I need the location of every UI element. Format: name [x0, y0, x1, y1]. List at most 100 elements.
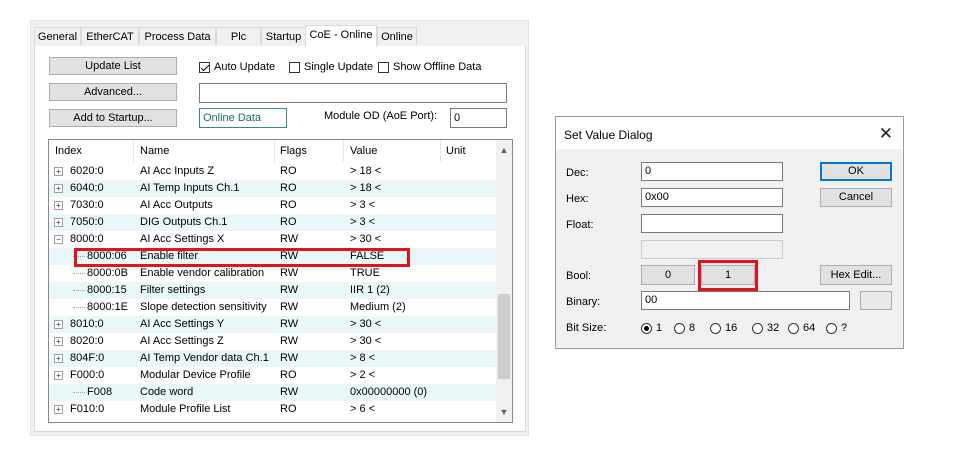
scroll-down-icon[interactable]: ▼: [496, 404, 512, 420]
scrollbar-thumb[interactable]: [498, 294, 510, 379]
row-value: 0x00000000 (0): [350, 386, 428, 398]
table-row[interactable]: F008 Code word RW 0x00000000 (0): [49, 384, 496, 401]
row-flags: RO: [280, 403, 297, 415]
show-offline-checkbox[interactable]: Show Offline Data: [378, 61, 481, 73]
tab-online[interactable]: Online: [377, 27, 417, 45]
row-name: AI Acc Inputs Z: [140, 165, 214, 177]
row-name: AI Acc Settings Y: [140, 318, 225, 330]
row-index: F000:0: [70, 369, 105, 381]
close-icon[interactable]: ✕: [879, 124, 893, 144]
expand-icon[interactable]: +: [54, 354, 63, 363]
update-list-button[interactable]: Update List: [49, 57, 177, 75]
col-index[interactable]: Index: [55, 145, 82, 157]
vertical-scrollbar[interactable]: ▲ ▼: [496, 140, 512, 422]
table-row[interactable]: +6040:0 AI Temp Inputs Ch.1 RO > 18 <: [49, 180, 496, 197]
tab-ethercat[interactable]: EtherCAT: [81, 27, 139, 45]
bitsize-radio-unknown[interactable]: ?: [826, 322, 847, 334]
hex-input[interactable]: 0x00: [641, 188, 783, 207]
list-rows: +6020:0 AI Acc Inputs Z RO > 18 < +6040:0 AI …: [49, 163, 496, 418]
dec-input[interactable]: 0: [641, 162, 783, 181]
tab-startup[interactable]: Startup: [261, 27, 306, 45]
radio-icon: [674, 322, 685, 334]
expand-icon[interactable]: +: [54, 405, 63, 414]
col-value[interactable]: Value: [350, 145, 377, 157]
bitsize-radio-8[interactable]: 8: [674, 322, 695, 334]
table-row[interactable]: +8020:0 AI Acc Settings Z RW > 30 <: [49, 333, 496, 350]
cancel-button[interactable]: Cancel: [820, 188, 892, 207]
table-row[interactable]: +804F:0 AI Temp Vendor data Ch.1 RW > 8 <: [49, 350, 496, 367]
bitsize-label: Bit Size:: [566, 322, 607, 334]
dialog-titlebar: Set Value Dialog ✕: [556, 117, 903, 149]
row-flags: RW: [280, 233, 299, 245]
expand-icon[interactable]: +: [54, 320, 63, 329]
hex-edit-button[interactable]: Hex Edit...: [820, 265, 892, 285]
row-name: DIG Outputs Ch.1: [140, 216, 228, 228]
tab-process-data[interactable]: Process Data: [139, 27, 216, 45]
tab-coe-online[interactable]: CoE - Online: [305, 25, 377, 47]
radio-label: 32: [767, 322, 780, 334]
expand-icon[interactable]: +: [54, 167, 63, 176]
radio-icon: [710, 322, 721, 334]
bitsize-radio-32[interactable]: 32: [752, 322, 779, 334]
table-row[interactable]: + F000:0 Modular Device Profile RO > 2 <: [49, 367, 496, 384]
collapse-icon[interactable]: −: [54, 235, 63, 244]
table-row[interactable]: +8010:0 AI Acc Settings Y RW > 30 <: [49, 316, 496, 333]
row-name: Filter settings: [140, 284, 206, 296]
table-row[interactable]: +7050:0 DIG Outputs Ch.1 RO > 3 <: [49, 214, 496, 231]
table-row[interactable]: −8000:0 AI Acc Settings X RW > 30 <: [49, 231, 496, 248]
radio-label: 8: [689, 322, 696, 334]
ok-button[interactable]: OK: [820, 162, 892, 181]
row-index: 8020:0: [70, 335, 104, 347]
scroll-up-icon[interactable]: ▲: [496, 142, 512, 158]
row-flags: RW: [280, 267, 299, 279]
expand-icon[interactable]: +: [54, 184, 63, 193]
single-update-checkbox[interactable]: Single Update: [289, 61, 373, 73]
row-index: 8000:0B: [87, 267, 128, 279]
bitsize-radio-1[interactable]: 1: [641, 322, 662, 334]
checkbox-unchecked-icon: [289, 61, 300, 73]
row-index: 8010:0: [70, 318, 104, 330]
table-row[interactable]: 8000:0B Enable vendor calibration RW TRUE: [49, 265, 496, 282]
expand-icon[interactable]: +: [54, 371, 63, 380]
column-divider[interactable]: [440, 140, 441, 162]
expand-icon[interactable]: +: [54, 337, 63, 346]
module-od-input[interactable]: 0: [450, 108, 507, 128]
row-index: 804F:0: [70, 352, 105, 364]
advanced-button[interactable]: Advanced...: [49, 83, 177, 101]
bitsize-radio-64[interactable]: 64: [788, 322, 815, 334]
show-offline-label: Show Offline Data: [393, 61, 482, 73]
col-name[interactable]: Name: [140, 145, 169, 157]
binary-input[interactable]: 00: [641, 291, 850, 310]
add-to-startup-button[interactable]: Add to Startup...: [49, 109, 177, 127]
expand-icon[interactable]: +: [54, 218, 63, 227]
tab-plc[interactable]: Plc: [216, 27, 261, 45]
radio-label: 16: [725, 322, 738, 334]
row-flags: RW: [280, 301, 299, 313]
table-row[interactable]: 8000:15 Filter settings RW IIR 1 (2): [49, 282, 496, 299]
column-divider[interactable]: [274, 140, 275, 162]
tree-line: [73, 392, 85, 394]
column-divider[interactable]: [133, 140, 134, 162]
table-row[interactable]: + F010:0 Module Profile List RO > 6 <: [49, 401, 496, 418]
binary-side-button[interactable]: [860, 291, 892, 310]
bitsize-radio-16[interactable]: 16: [710, 322, 737, 334]
col-flags[interactable]: Flags: [280, 145, 307, 157]
dialog-title: Set Value Dialog: [564, 128, 653, 142]
table-row[interactable]: +7030:0 AI Acc Outputs RO > 3 <: [49, 197, 496, 214]
row-index: 7050:0: [70, 216, 104, 228]
col-unit[interactable]: Unit: [446, 145, 466, 157]
row-flags: RO: [280, 216, 297, 228]
column-divider[interactable]: [343, 140, 344, 162]
object-list[interactable]: Index Name Flags Value Unit +6020:0 AI Ac…: [48, 139, 513, 423]
bool-false-button[interactable]: 0: [641, 265, 695, 285]
table-row[interactable]: 8000:1E Slope detection sensitivity RW Medi…: [49, 299, 496, 316]
tab-general[interactable]: General: [34, 27, 81, 45]
expand-icon[interactable]: +: [54, 201, 63, 210]
row-flags: RW: [280, 284, 299, 296]
auto-update-checkbox[interactable]: Auto Update: [199, 61, 275, 73]
info-textbox[interactable]: [199, 83, 507, 103]
float-input[interactable]: [641, 214, 783, 233]
checkbox-unchecked-icon: [378, 61, 389, 73]
table-row[interactable]: +6020:0 AI Acc Inputs Z RO > 18 <: [49, 163, 496, 180]
module-od-label: Module OD (AoE Port):: [324, 110, 438, 122]
